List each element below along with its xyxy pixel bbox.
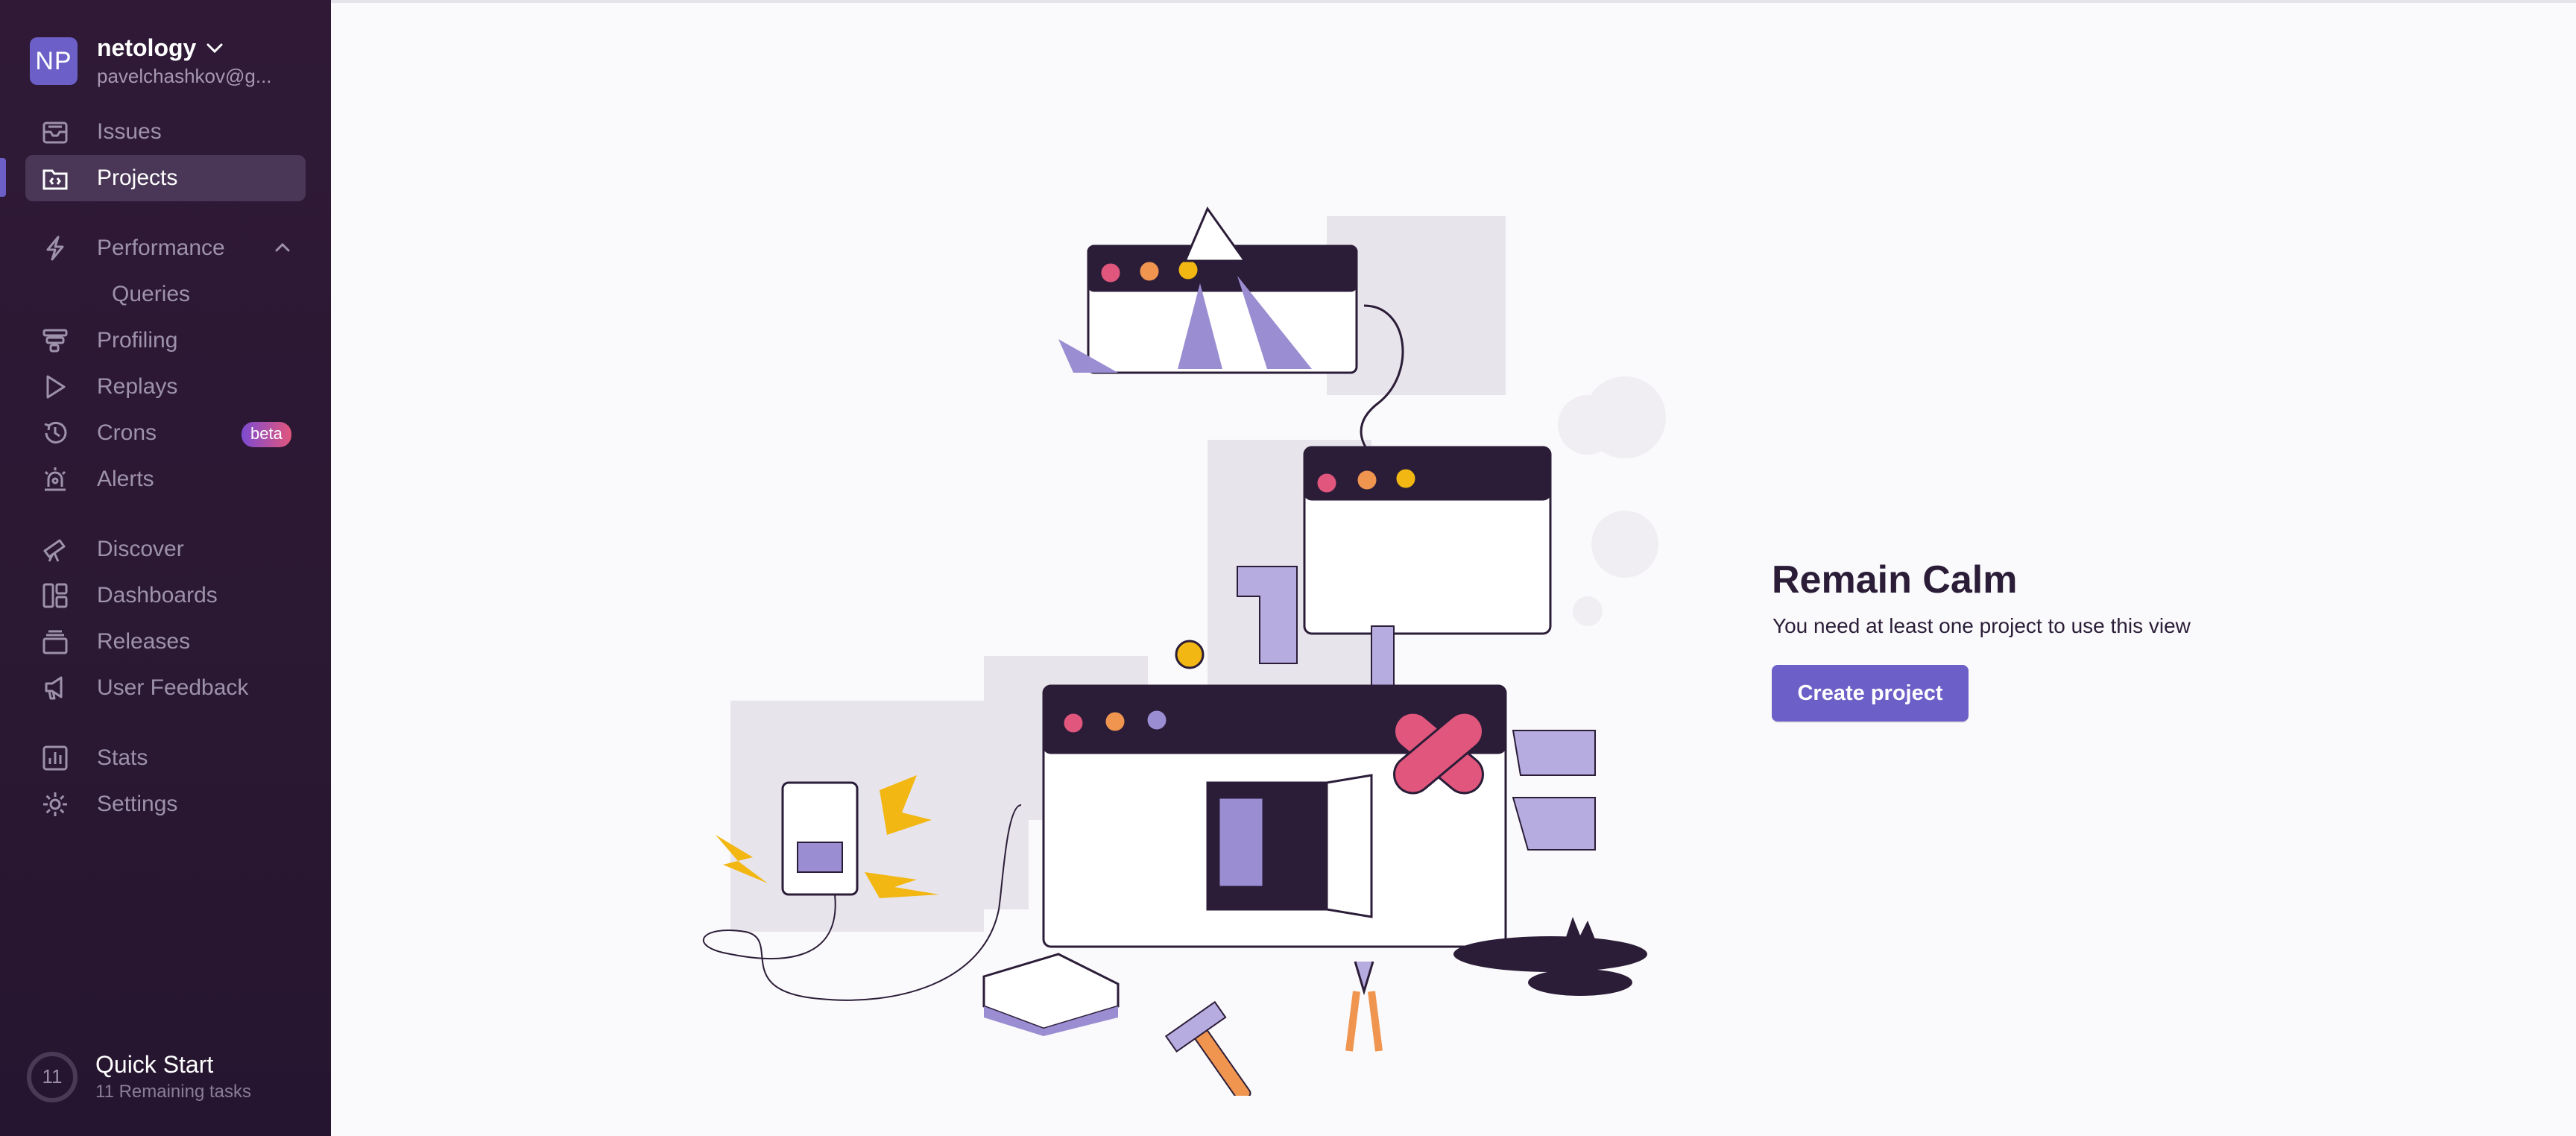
sidebar-item-label: Dashboards bbox=[97, 583, 218, 608]
lightning-icon bbox=[40, 233, 70, 263]
dashboard-icon bbox=[40, 581, 70, 610]
sidebar-item-alerts[interactable]: Alerts bbox=[25, 456, 306, 502]
sidebar-item-user-feedback[interactable]: User Feedback bbox=[25, 665, 306, 711]
sidebar-item-queries[interactable]: Queries bbox=[25, 271, 306, 318]
sidebar-item-label: Crons bbox=[97, 420, 157, 445]
sidebar-item-replays[interactable]: Replays bbox=[25, 364, 306, 410]
gear-icon bbox=[40, 789, 70, 819]
sidebar-item-releases[interactable]: Releases bbox=[25, 619, 306, 665]
sidebar-item-label: Alerts bbox=[97, 467, 154, 491]
sidebar-item-profiling[interactable]: Profiling bbox=[25, 318, 306, 364]
clock-history-icon bbox=[40, 418, 70, 448]
sidebar-item-stats[interactable]: Stats bbox=[25, 735, 306, 781]
telescope-icon bbox=[40, 534, 70, 564]
active-indicator bbox=[0, 158, 6, 197]
chevron-down-icon bbox=[206, 43, 223, 53]
sidebar-item-label: Issues bbox=[97, 119, 162, 144]
quick-start[interactable]: 11 Quick Start 11 Remaining tasks bbox=[27, 1051, 251, 1102]
sidebar-item-dashboards[interactable]: Dashboards bbox=[25, 572, 306, 619]
sidebar-item-label: Performance bbox=[97, 236, 225, 260]
quick-start-title: Quick Start bbox=[95, 1051, 214, 1078]
sidebar-item-issues[interactable]: Issues bbox=[25, 109, 306, 155]
org-name: netology bbox=[97, 34, 197, 61]
beta-badge: beta bbox=[242, 422, 291, 447]
profiling-icon bbox=[40, 326, 70, 356]
org-avatar: NP bbox=[30, 37, 78, 85]
sidebar-item-projects[interactable]: Projects bbox=[25, 155, 306, 201]
empty-state-message: You need at least one project to use thi… bbox=[1772, 614, 2191, 637]
sidebar-item-label: Projects bbox=[97, 165, 178, 190]
siren-icon bbox=[40, 464, 70, 494]
sidebar-item-discover[interactable]: Discover bbox=[25, 526, 306, 572]
sidebar-item-label: User Feedback bbox=[97, 675, 249, 700]
quick-start-subtitle: 11 Remaining tasks bbox=[95, 1082, 251, 1102]
play-icon bbox=[40, 372, 70, 402]
org-switcher[interactable]: NP netology pavelchashkov@g... bbox=[30, 33, 313, 89]
org-email: pavelchashkov@g... bbox=[97, 65, 272, 87]
sidebar-item-label: Replays bbox=[97, 374, 178, 399]
sidebar-item-label: Releases bbox=[97, 629, 191, 654]
sidebar-item-label: Stats bbox=[97, 745, 148, 770]
releases-icon bbox=[40, 627, 70, 657]
quick-start-progress-ring: 11 bbox=[27, 1051, 78, 1102]
chevron-up-icon[interactable] bbox=[274, 236, 291, 258]
projects-icon bbox=[40, 163, 70, 193]
sidebar-item-label: Queries bbox=[112, 282, 191, 306]
megaphone-icon bbox=[40, 673, 70, 703]
sidebar-item-label: Settings bbox=[97, 792, 178, 816]
stats-icon bbox=[40, 743, 70, 773]
broken-windows-illustration bbox=[702, 206, 1666, 1096]
create-project-button[interactable]: Create project bbox=[1772, 665, 1969, 722]
top-border bbox=[331, 0, 2576, 3]
sidebar-item-label: Discover bbox=[97, 537, 184, 561]
sidebar-item-label: Profiling bbox=[97, 328, 178, 353]
sidebar-item-settings[interactable]: Settings bbox=[25, 781, 306, 827]
sidebar: NP netology pavelchashkov@g... Issues Pr… bbox=[0, 0, 331, 1136]
issues-icon bbox=[40, 117, 70, 147]
empty-state-title: Remain Calm bbox=[1772, 558, 2018, 602]
sidebar-item-performance[interactable]: Performance bbox=[25, 225, 306, 271]
sidebar-item-crons[interactable]: Crons beta bbox=[25, 410, 306, 456]
